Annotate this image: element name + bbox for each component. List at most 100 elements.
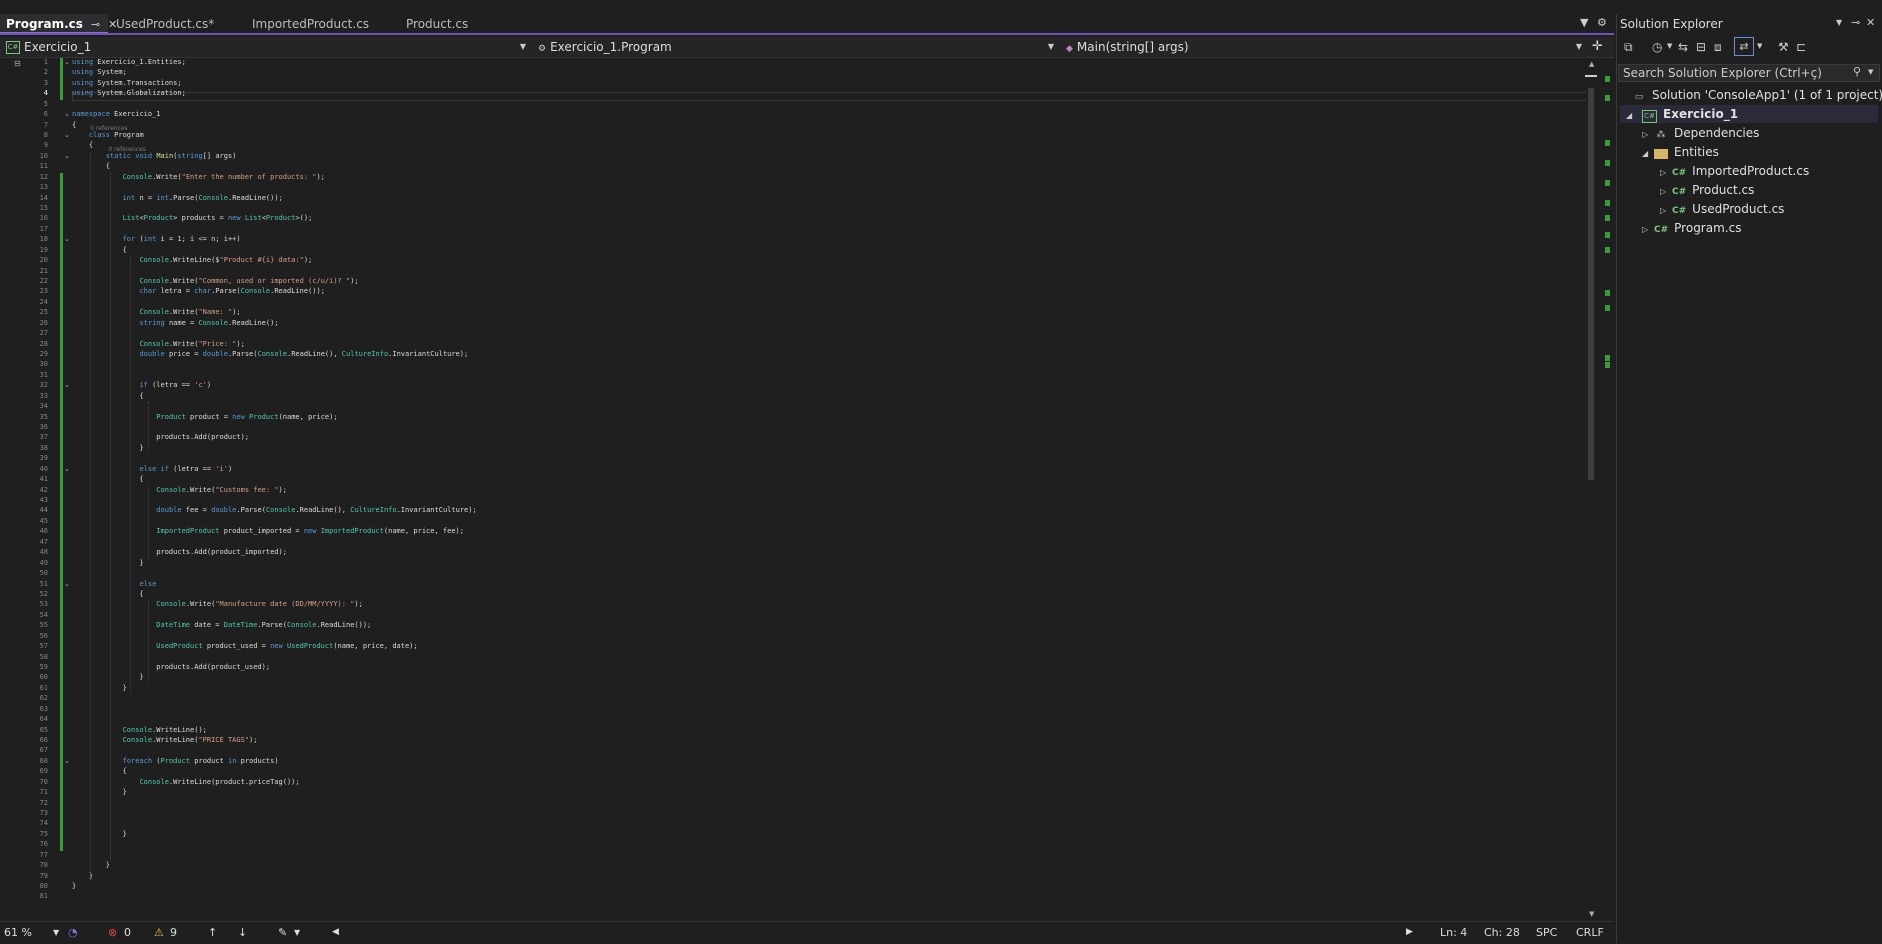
chevron-down-icon[interactable]: ▼ [1667,42,1672,50]
code-line[interactable]: Console.Write("Name: "); [72,308,240,316]
chevron-down-icon[interactable]: ▼ [1868,68,1873,76]
preview-icon[interactable]: ⊏ [1796,40,1806,54]
error-count[interactable]: 0 [124,926,131,939]
error-icon[interactable]: ⊗ [108,926,117,939]
collapse-arrow-icon[interactable]: ◢ [1642,145,1654,163]
code-line[interactable]: double fee = double.Parse(Console.ReadLi… [72,506,476,514]
code-line[interactable]: int n = int.Parse(Console.ReadLine()); [72,194,283,202]
zoom-dropdown-icon[interactable]: ▼ [53,928,59,937]
tree-file-product[interactable]: ▷ C# Product.cs [1660,181,1754,199]
tab-program-cs[interactable]: Program.cs ⊸ ✕ [0,14,117,34]
tab-product-cs[interactable]: Product.cs [400,14,504,34]
scrollbar-thumb[interactable] [1588,88,1594,480]
code-line[interactable]: Console.Write("Customs fee: "); [72,486,287,494]
code-line[interactable]: foreach (Product product in products) [72,757,279,765]
code-line[interactable]: { [72,767,127,775]
code-line[interactable]: List<Product> products = new List<Produc… [72,214,313,222]
code-line[interactable]: Console.WriteLine($"Product #{i} data:")… [72,256,312,264]
track-active-item-icon[interactable]: ⇄ [1734,37,1754,56]
code-line[interactable]: static void Main(string[] args) [72,152,237,160]
collapse-all-icon[interactable]: ⊟ [14,59,21,68]
code-line[interactable]: using Exercicio_1.Entities; [72,58,186,66]
tab-usedproduct-cs[interactable]: UsedProduct.cs* [110,14,242,34]
code-line[interactable]: } [72,444,143,452]
code-line[interactable]: } [72,559,143,567]
previous-issue-icon[interactable]: ↑ [208,926,217,939]
warning-count[interactable]: 9 [170,926,177,939]
code-line[interactable]: } [72,788,127,796]
collapse-all-icon[interactable]: ⊟ [1696,40,1706,54]
code-line[interactable]: { [72,121,76,129]
chevron-down-icon[interactable]: ▼ [1757,42,1762,50]
code-line[interactable]: { [72,590,143,598]
pin-icon[interactable]: ⊸ [91,18,100,31]
tree-solution-node[interactable]: ▭ Solution 'ConsoleApp1' (1 of 1 project) [1632,86,1882,104]
tree-file-importedproduct[interactable]: ▷ C# ImportedProduct.cs [1660,162,1809,180]
wrench-icon[interactable]: ⚒ [1778,40,1789,54]
line-ending-indicator[interactable]: CRLF [1576,926,1604,939]
expand-arrow-icon[interactable]: ▷ [1642,126,1654,144]
fold-toggle-icon[interactable]: ⌄ [64,757,70,765]
tree-entities-folder[interactable]: ◢ Entities [1642,143,1719,161]
class-dropdown[interactable]: ⚙ Exercicio_1.Program ▼ [532,37,1058,57]
tree-dependencies-node[interactable]: ▷ ⁂ Dependencies [1642,124,1759,142]
code-line[interactable]: products.Add(product_used); [72,663,270,671]
history-icon[interactable]: ◷ [1652,40,1662,54]
cleanup-dropdown-icon[interactable]: ▼ [294,928,300,937]
gear-icon[interactable]: ⚙ [1597,16,1607,29]
close-icon[interactable]: ✕ [1866,16,1875,29]
line-indicator[interactable]: Ln: 4 [1440,926,1467,939]
code-line[interactable]: string name = Console.ReadLine(); [72,319,278,327]
expand-arrow-icon[interactable]: ▷ [1660,164,1672,182]
code-line[interactable]: class Program [72,131,144,139]
code-line[interactable]: namespace Exercicio_1 [72,110,161,118]
whitespace-indicator[interactable]: SPC [1536,926,1557,939]
code-line[interactable]: } [72,684,127,692]
code-line[interactable]: { [72,141,93,149]
zoom-level[interactable]: 61 % [4,926,32,939]
tree-file-usedproduct[interactable]: ▷ C# UsedProduct.cs [1660,200,1784,218]
code-line[interactable]: DateTime date = DateTime.Parse(Console.R… [72,621,371,629]
column-indicator[interactable]: Ch: 28 [1484,926,1520,939]
fold-toggle-icon[interactable]: ⌄ [64,580,70,588]
code-line[interactable]: using System; [72,68,127,76]
code-line[interactable]: { [72,246,127,254]
fold-toggle-icon[interactable]: ⌄ [64,110,70,118]
split-editor-icon[interactable]: ✛ [1592,37,1610,57]
code-line[interactable]: products.Add(product_imported); [72,548,287,556]
code-cleanup-icon[interactable]: ✎ [278,926,287,939]
fold-toggle-icon[interactable]: ⌄ [64,152,70,160]
expand-arrow-icon[interactable]: ▷ [1660,202,1672,220]
fold-toggle-icon[interactable]: ⌄ [64,465,70,473]
fold-toggle-icon[interactable]: ⌄ [64,381,70,389]
code-line[interactable]: } [72,830,127,838]
code-line[interactable]: } [72,673,143,681]
scroll-down-icon[interactable]: ▼ [1589,910,1594,918]
fold-toggle-icon[interactable]: ⌄ [64,235,70,243]
code-line[interactable]: using System.Globalization; [72,89,186,97]
code-line[interactable]: if (letra == 'c') [72,381,211,389]
scroll-left-icon[interactable]: ◀ [332,927,339,937]
fold-toggle-icon[interactable]: ⌄ [64,131,70,139]
code-line[interactable]: Console.WriteLine(); [72,726,207,734]
expand-arrow-icon[interactable]: ▷ [1660,183,1672,201]
expand-arrow-icon[interactable]: ▷ [1642,221,1654,239]
scroll-right-icon[interactable]: ▶ [1406,927,1413,937]
codelens-references[interactable]: 0 references [108,146,146,153]
code-line[interactable]: for (int i = 1; i <= n; i++) [72,235,241,243]
code-line[interactable]: Console.WriteLine(product.priceTag()); [72,778,299,786]
code-line[interactable]: Console.Write("Manufacture date (DD/MM/Y… [72,600,363,608]
code-line[interactable]: Product product = new Product(name, pric… [72,413,337,421]
fold-toggle-icon[interactable]: ⌄ [64,58,70,66]
copilot-icon[interactable]: ◔ [68,926,78,939]
code-line[interactable]: Console.WriteLine("PRICE TAGS"); [72,736,258,744]
show-all-files-icon[interactable]: ⧈ [1714,40,1722,55]
code-line[interactable]: else [72,580,156,588]
code-line[interactable]: products.Add(product); [72,433,249,441]
code-line[interactable]: double price = double.Parse(Console.Read… [72,350,468,358]
sync-icon[interactable]: ⇆ [1678,40,1688,54]
code-line[interactable]: using System.Transactions; [72,79,182,87]
code-line[interactable]: Console.Write("Price: "); [72,340,244,348]
tree-file-program[interactable]: ▷ C# Program.cs [1642,219,1741,237]
code-line[interactable]: } [72,882,76,890]
